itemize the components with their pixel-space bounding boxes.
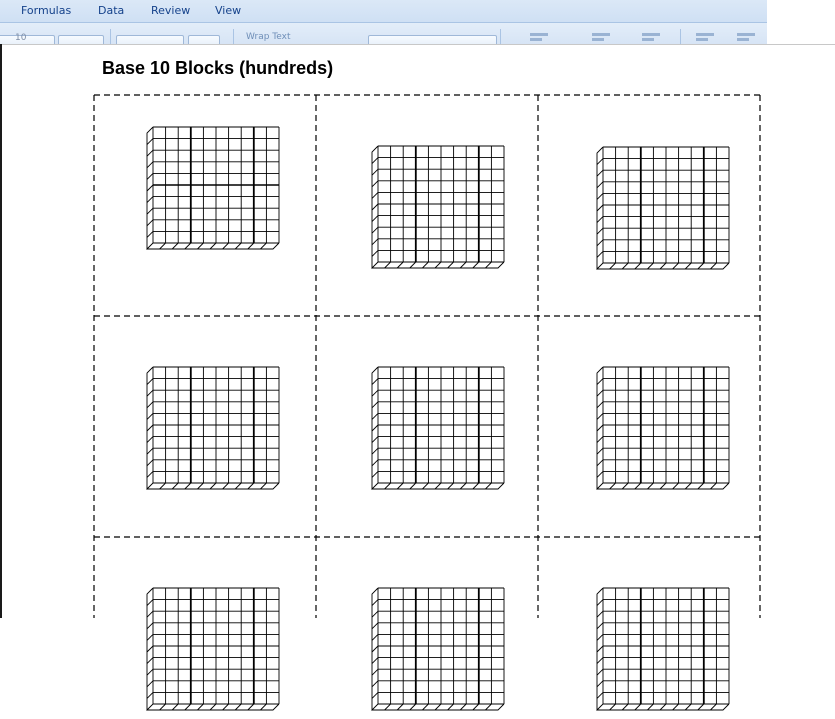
hundreds-block <box>371 587 505 712</box>
hundreds-block <box>596 146 730 271</box>
ribbon-separator <box>500 29 501 45</box>
hundreds-block <box>596 587 730 712</box>
tab-review[interactable]: Review <box>151 4 190 17</box>
conditional-formatting-icon[interactable] <box>528 31 550 43</box>
ribbon-separator <box>680 29 681 45</box>
delete-cells-icon[interactable] <box>735 31 757 43</box>
cell-styles-icon[interactable] <box>640 31 662 43</box>
hundreds-block <box>596 366 730 491</box>
page-title: Base 10 Blocks (hundreds) <box>102 58 334 78</box>
insert-cells-icon[interactable] <box>694 31 716 43</box>
hundreds-block <box>371 145 505 270</box>
hundreds-block <box>371 366 505 491</box>
hundreds-block <box>146 126 280 251</box>
cut-lines <box>93 94 761 618</box>
hundreds-block <box>146 366 280 491</box>
ribbon-commands: 10 Wrap Text <box>0 22 767 45</box>
tab-data[interactable]: Data <box>98 4 124 17</box>
sheet-top-line <box>2 44 835 45</box>
hundreds-block <box>146 587 280 712</box>
ribbon-tab-bar: Formulas Data Review View <box>0 0 767 22</box>
tab-view[interactable]: View <box>215 4 241 17</box>
ribbon-separator <box>233 29 234 45</box>
wrap-text-button[interactable]: Wrap Text <box>246 32 291 42</box>
sheet-left-border <box>0 44 2 618</box>
ribbon-separator <box>110 29 111 45</box>
tab-formulas[interactable]: Formulas <box>21 4 71 17</box>
format-as-table-icon[interactable] <box>590 31 612 43</box>
font-size-value: 10 <box>15 33 27 43</box>
